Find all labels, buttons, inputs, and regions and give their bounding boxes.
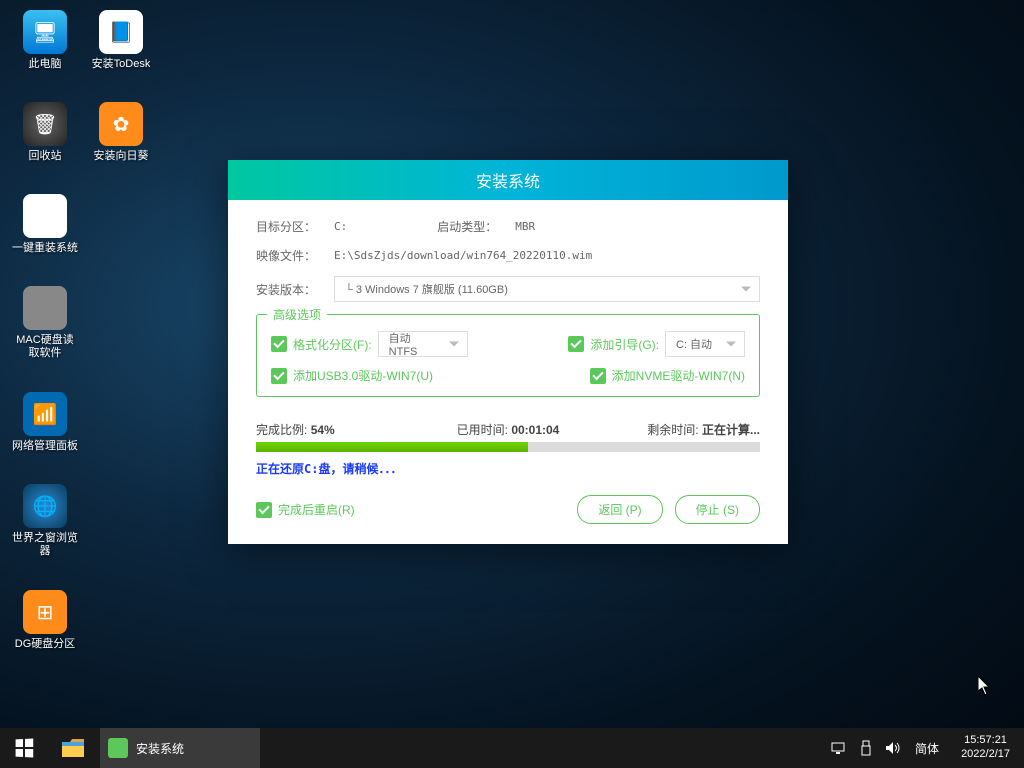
adv-row-2: 添加USB3.0驱动-WIN7(U) 添加NVME驱动-WIN7(N) bbox=[271, 367, 745, 384]
boot-add-value: C: 自动 bbox=[676, 336, 712, 352]
todesk-icon: 📘 bbox=[99, 10, 143, 54]
desktop-icon-label: MAC硬盘读取软件 bbox=[12, 334, 78, 360]
desktop-icon-label: 回收站 bbox=[29, 150, 62, 163]
advanced-options-fieldset: 高级选项 格式化分区(F): 自动 NTFS 添加引导(G): C: 自动 bbox=[256, 314, 760, 397]
progress-info: 完成比例: 54% 已用时间: 00:01:04 剩余时间: 正在计算... bbox=[256, 421, 760, 438]
format-value: 自动 NTFS bbox=[389, 330, 439, 358]
target-partition-value: C: bbox=[334, 220, 347, 233]
desktop-icon-label: 网络管理面板 bbox=[12, 440, 78, 453]
taskbar-app-installer[interactable]: 安装系统 bbox=[100, 728, 260, 768]
desktop-icon-todesk[interactable]: 📘 安装ToDesk bbox=[86, 8, 156, 73]
install-version-label: 安装版本： bbox=[256, 281, 334, 298]
install-version-select[interactable]: └ 3 Windows 7 旗舰版 (11.60GB) bbox=[334, 276, 760, 302]
this-pc-icon: 🖥 bbox=[23, 10, 67, 54]
dg-icon: ⊞ bbox=[23, 590, 67, 634]
target-partition-label: 目标分区： bbox=[256, 218, 334, 235]
app-icon bbox=[108, 738, 128, 758]
advanced-options-legend: 高级选项 bbox=[267, 306, 327, 323]
desktop-icon-label: 世界之窗浏览器 bbox=[12, 532, 78, 558]
format-option: 格式化分区(F): 自动 NTFS bbox=[271, 331, 468, 357]
desktop-icon-browser[interactable]: 🌐 世界之窗浏览器 bbox=[10, 482, 80, 560]
cursor-icon bbox=[978, 676, 992, 696]
boot-add-select[interactable]: C: 自动 bbox=[665, 331, 745, 357]
image-file-label: 映像文件： bbox=[256, 247, 334, 264]
system-tray: 简体 15:57:21 2022/2/17 bbox=[831, 728, 1024, 768]
usb-option: 添加USB3.0驱动-WIN7(U) bbox=[271, 367, 433, 384]
boot-add-option: 添加引导(G): C: 自动 bbox=[568, 331, 745, 357]
remain-time: 剩余时间: 正在计算... bbox=[592, 421, 760, 438]
format-label: 格式化分区(F): bbox=[293, 336, 372, 353]
installer-title: 安装系统 bbox=[228, 160, 788, 200]
network-tray-icon[interactable] bbox=[831, 741, 847, 755]
adv-row-1: 格式化分区(F): 自动 NTFS 添加引导(G): C: 自动 bbox=[271, 331, 745, 357]
nvme-label: 添加NVME驱动-WIN7(N) bbox=[612, 367, 745, 384]
start-button[interactable] bbox=[0, 728, 48, 768]
recycle-icon: 🗑 bbox=[23, 102, 67, 146]
progress-pct: 完成比例: 54% bbox=[256, 421, 424, 438]
installer-body: 目标分区： C: 启动类型： MBR 映像文件： E:\SdsZjds/down… bbox=[228, 200, 788, 544]
nvme-option: 添加NVME驱动-WIN7(N) bbox=[590, 367, 745, 384]
progress-fill bbox=[256, 442, 528, 452]
boot-add-label: 添加引导(G): bbox=[590, 336, 659, 353]
desktop-icon-reinstall[interactable]: ↻ 一键重装系统 bbox=[10, 192, 80, 257]
sunflower-icon: ✿ bbox=[99, 102, 143, 146]
chevron-down-icon bbox=[726, 342, 736, 347]
desktop-icon-label: 一键重装系统 bbox=[12, 242, 78, 255]
network-icon: 📶 bbox=[23, 392, 67, 436]
format-select[interactable]: 自动 NTFS bbox=[378, 331, 468, 357]
image-file-value: E:\SdsZjds/download/win764_20220110.wim bbox=[334, 249, 592, 262]
windows-logo-icon bbox=[16, 739, 34, 758]
boot-add-checkbox[interactable] bbox=[568, 336, 584, 352]
boot-type-value: MBR bbox=[515, 220, 535, 233]
status-text: 正在还原C:盘，请稍候．．． bbox=[256, 460, 760, 477]
macdisk-icon bbox=[23, 286, 67, 330]
ime-indicator[interactable]: 简体 bbox=[915, 740, 939, 757]
row-version: 安装版本： └ 3 Windows 7 旗舰版 (11.60GB) bbox=[256, 276, 760, 302]
chevron-down-icon bbox=[741, 287, 751, 292]
desktop-icon-label: 此电脑 bbox=[29, 58, 62, 71]
format-checkbox[interactable] bbox=[271, 336, 287, 352]
desktop-icon-macdisk[interactable]: MAC硬盘读取软件 bbox=[10, 284, 80, 362]
back-button[interactable]: 返回 (P) bbox=[577, 495, 662, 524]
desktop-icon-sunflower[interactable]: ✿ 安装向日葵 bbox=[86, 100, 156, 165]
reboot-checkbox[interactable] bbox=[256, 502, 272, 518]
usb-tray-icon[interactable] bbox=[861, 740, 871, 756]
taskbar: 安装系统 简体 15:57:21 2022/2/17 bbox=[0, 728, 1024, 768]
clock-date: 2022/2/17 bbox=[961, 748, 1010, 762]
nvme-checkbox[interactable] bbox=[590, 368, 606, 384]
desktop-icon-network[interactable]: 📶 网络管理面板 bbox=[10, 390, 80, 455]
elapsed-time: 已用时间: 00:01:04 bbox=[424, 421, 592, 438]
row-target: 目标分区： C: 启动类型： MBR bbox=[256, 218, 760, 235]
desktop-icon-label: 安装ToDesk bbox=[92, 58, 151, 71]
row-image: 映像文件： E:\SdsZjds/download/win764_2022011… bbox=[256, 247, 760, 264]
usb-checkbox[interactable] bbox=[271, 368, 287, 384]
usb-label: 添加USB3.0驱动-WIN7(U) bbox=[293, 367, 433, 384]
progress-bar bbox=[256, 442, 760, 452]
bottom-row: 完成后重启(R) 返回 (P) 停止 (S) bbox=[256, 495, 760, 524]
reboot-label: 完成后重启(R) bbox=[278, 501, 355, 518]
desktop-icon-this-pc[interactable]: 🖥 此电脑 bbox=[10, 8, 80, 73]
clock[interactable]: 15:57:21 2022/2/17 bbox=[953, 734, 1018, 762]
desktop-icon-label: DG硬盘分区 bbox=[15, 638, 76, 651]
desktop-icon-dg[interactable]: ⊞ DG硬盘分区 bbox=[10, 588, 80, 653]
reinstall-icon: ↻ bbox=[23, 194, 67, 238]
stop-button[interactable]: 停止 (S) bbox=[675, 495, 760, 524]
volume-tray-icon[interactable] bbox=[885, 741, 901, 755]
file-explorer-icon[interactable] bbox=[48, 728, 98, 768]
taskbar-app-label: 安装系统 bbox=[136, 740, 184, 757]
clock-time: 15:57:21 bbox=[961, 734, 1010, 748]
browser-icon: 🌐 bbox=[23, 484, 67, 528]
installer-window: 安装系统 目标分区： C: 启动类型： MBR 映像文件： E:\SdsZjds… bbox=[228, 160, 788, 544]
desktop-icon-label: 安装向日葵 bbox=[94, 150, 149, 163]
chevron-down-icon bbox=[449, 342, 459, 347]
desktop-icon-recycle[interactable]: 🗑 回收站 bbox=[10, 100, 80, 165]
install-version-value: └ 3 Windows 7 旗舰版 (11.60GB) bbox=[345, 281, 508, 297]
boot-type-label: 启动类型： bbox=[437, 218, 515, 235]
